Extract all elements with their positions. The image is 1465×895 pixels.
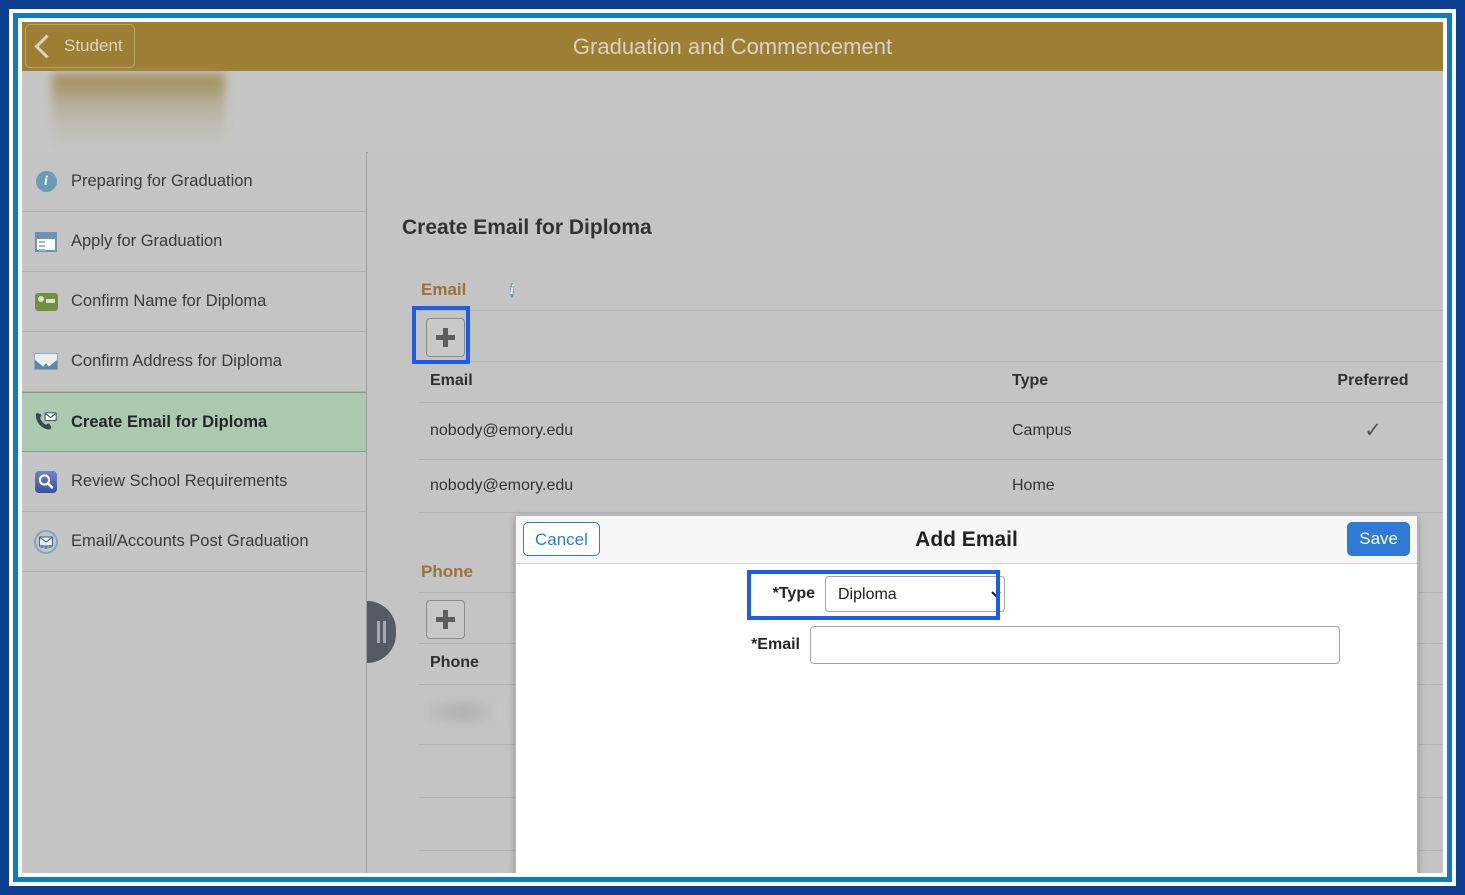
save-button[interactable]: Save <box>1347 522 1410 556</box>
sidebar-item-apply-for-graduation[interactable]: Apply for Graduation <box>22 212 366 272</box>
email-section-label: Email <box>421 280 467 299</box>
page-header-title: Graduation and Commencement <box>572 34 893 59</box>
table-row[interactable]: nobody@emory.edu Campus ✓ <box>419 402 1443 460</box>
pause-bars-icon <box>377 621 386 643</box>
column-header-email: Email <box>419 362 1001 403</box>
check-icon: ✓ <box>1364 419 1382 442</box>
type-form-row: *Type Diploma Campus Home Business Other <box>753 576 1005 612</box>
modal-header: Cancel Add Email Save <box>516 516 1417 564</box>
plus-icon <box>436 328 455 347</box>
sidebar-item-label: Apply for Graduation <box>71 232 223 250</box>
circle-mail-icon <box>34 529 58 554</box>
add-email-button[interactable] <box>426 318 465 357</box>
back-to-student-button[interactable]: Student <box>25 24 135 68</box>
circle-mail-glyph <box>38 535 54 549</box>
id-card-icon <box>34 290 58 314</box>
navigation-sidebar: i Preparing for Graduation Apply for Gra… <box>22 152 367 873</box>
app-header: Graduation and Commencement Student <box>22 22 1443 71</box>
cell-email: nobody@emory.edu <box>419 402 1001 460</box>
sidebar-item-label: Email/Accounts Post Graduation <box>71 532 309 550</box>
table-header-row: Email Type Preferred <box>419 362 1443 403</box>
sidebar-item-label: Create Email for Diploma <box>71 412 268 431</box>
sidebar-item-create-email-for-diploma[interactable]: Create Email for Diploma <box>22 392 366 452</box>
email-add-toolbar <box>419 310 1443 362</box>
cell-preferred <box>1292 459 1443 513</box>
sidebar-item-label: Preparing for Graduation <box>71 172 253 190</box>
page-title: Create Email for Diploma <box>402 216 652 239</box>
email-field-label: *Email <box>751 636 800 653</box>
modal-title: Add Email <box>915 528 1018 551</box>
plus-icon <box>436 610 455 629</box>
add-email-modal: Cancel Add Email Save *Type Diploma Camp… <box>515 515 1418 873</box>
redacted-phone-number <box>430 702 504 722</box>
cell-type: Campus <box>1001 402 1292 460</box>
table-row[interactable]: nobody@emory.edu Home <box>419 459 1443 513</box>
info-circle-icon: i <box>34 170 58 194</box>
sidebar-item-confirm-name-for-diploma[interactable]: Confirm Name for Diploma <box>22 272 366 332</box>
envelope-icon <box>34 350 58 374</box>
chevron-left-icon <box>34 33 59 59</box>
info-circle-icon[interactable]: i <box>510 280 514 301</box>
student-identity-band <box>22 71 1443 153</box>
column-header-type: Type <box>1001 362 1292 403</box>
email-form-row: *Email <box>738 626 1340 664</box>
redacted-student-name <box>52 73 225 149</box>
cell-type: Home <box>1001 459 1292 513</box>
cancel-button[interactable]: Cancel <box>523 522 600 556</box>
type-select[interactable]: Diploma Campus Home Business Other <box>825 576 1005 612</box>
email-table: Email Type Preferred nobody@emory.edu Ca… <box>419 362 1443 513</box>
column-header-preferred: Preferred <box>1292 362 1443 403</box>
sidebar-item-confirm-address-for-diploma[interactable]: Confirm Address for Diploma <box>22 332 366 392</box>
add-phone-button[interactable] <box>426 600 465 639</box>
back-button-label: Student <box>64 36 123 55</box>
application-window: Graduation and Commencement Student i Pr… <box>22 22 1443 873</box>
cell-email: nobody@emory.edu <box>419 459 1001 513</box>
phone-mail-icon <box>34 410 58 434</box>
phone-section-label: Phone <box>421 562 473 581</box>
window-form-icon <box>34 230 58 254</box>
sidebar-item-preparing-for-graduation[interactable]: i Preparing for Graduation <box>22 152 366 212</box>
magnifier-glyph <box>38 473 54 489</box>
phone-mail-glyph <box>35 412 57 430</box>
sidebar-item-review-school-requirements[interactable]: Review School Requirements <box>22 452 366 512</box>
sidebar-item-label: Confirm Name for Diploma <box>71 292 267 310</box>
sidebar-item-label: Review School Requirements <box>71 472 288 490</box>
magnifier-icon <box>34 470 58 494</box>
cell-preferred: ✓ <box>1292 402 1443 460</box>
sidebar-item-email-accounts-post-graduation[interactable]: Email/Accounts Post Graduation <box>22 512 366 572</box>
email-input[interactable] <box>810 626 1340 664</box>
type-field-label: *Type <box>772 585 815 602</box>
sidebar-item-label: Confirm Address for Diploma <box>71 352 282 370</box>
